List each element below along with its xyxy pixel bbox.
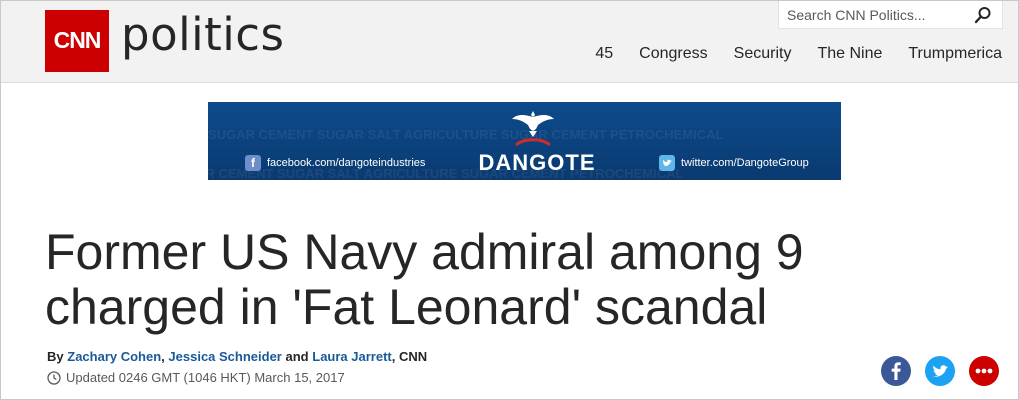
author-link-jessica-schneider[interactable]: Jessica Schneider	[168, 349, 281, 364]
cnn-logo-text: CNN	[53, 27, 102, 53]
ad-twitter-text: twitter.com/DangoteGroup	[681, 157, 809, 169]
article-byline: By Zachary Cohen, Jessica Schneider and …	[47, 349, 427, 364]
section-title[interactable]: politics	[121, 5, 284, 65]
facebook-icon	[891, 362, 901, 380]
nav-item-security[interactable]: Security	[734, 44, 792, 64]
ad-brand-name: DANGOTE	[478, 150, 596, 175]
author-link-zachary-cohen[interactable]: Zachary Cohen	[67, 349, 161, 364]
byline-prefix: By	[47, 349, 64, 364]
clock-icon	[47, 370, 61, 385]
search-input[interactable]	[779, 1, 969, 28]
article-timestamp: Updated 0246 GMT (1046 HKT) March 15, 20…	[47, 370, 345, 385]
share-more-button[interactable]	[969, 356, 999, 386]
nav-item-congress[interactable]: Congress	[639, 44, 707, 64]
nav-item-trumpmerica[interactable]: Trumpmerica	[908, 44, 1002, 64]
eagle-logo-icon	[512, 111, 554, 147]
search-icon[interactable]	[974, 6, 992, 24]
article-headline: Former US Navy admiral among 9 charged i…	[45, 224, 804, 335]
nav-item-the-nine[interactable]: The Nine	[817, 44, 882, 64]
share-bar	[881, 356, 999, 386]
section-nav: 45 Congress Security The Nine Trumpmeric…	[569, 44, 1002, 64]
search-box	[778, 1, 1003, 29]
ad-facebook-text: facebook.com/dangoteindustries	[267, 157, 426, 169]
byline-and: and	[285, 349, 309, 364]
ad-facebook-link[interactable]: f facebook.com/dangoteindustries	[245, 155, 425, 171]
share-twitter-button[interactable]	[925, 356, 955, 386]
more-dots-icon	[975, 368, 993, 374]
author-link-laura-jarrett[interactable]: Laura Jarrett	[312, 349, 391, 364]
byline-suffix: , CNN	[391, 349, 428, 364]
updated-text: Updated 0246 GMT (1046 HKT) March 15, 20…	[66, 370, 345, 385]
ad-banner[interactable]: SUGAR CEMENT SUGAR SALT AGRICULTURE SUGA…	[208, 102, 841, 180]
share-facebook-button[interactable]	[881, 356, 911, 386]
facebook-icon: f	[245, 155, 261, 171]
site-header: CNN politics 45 Congress Security The Ni…	[1, 1, 1018, 83]
twitter-icon	[659, 155, 675, 171]
cnn-logo[interactable]: CNN	[45, 10, 109, 72]
twitter-icon	[932, 365, 948, 377]
ad-twitter-link[interactable]: twitter.com/DangoteGroup	[659, 155, 809, 171]
nav-item-45[interactable]: 45	[595, 44, 613, 64]
